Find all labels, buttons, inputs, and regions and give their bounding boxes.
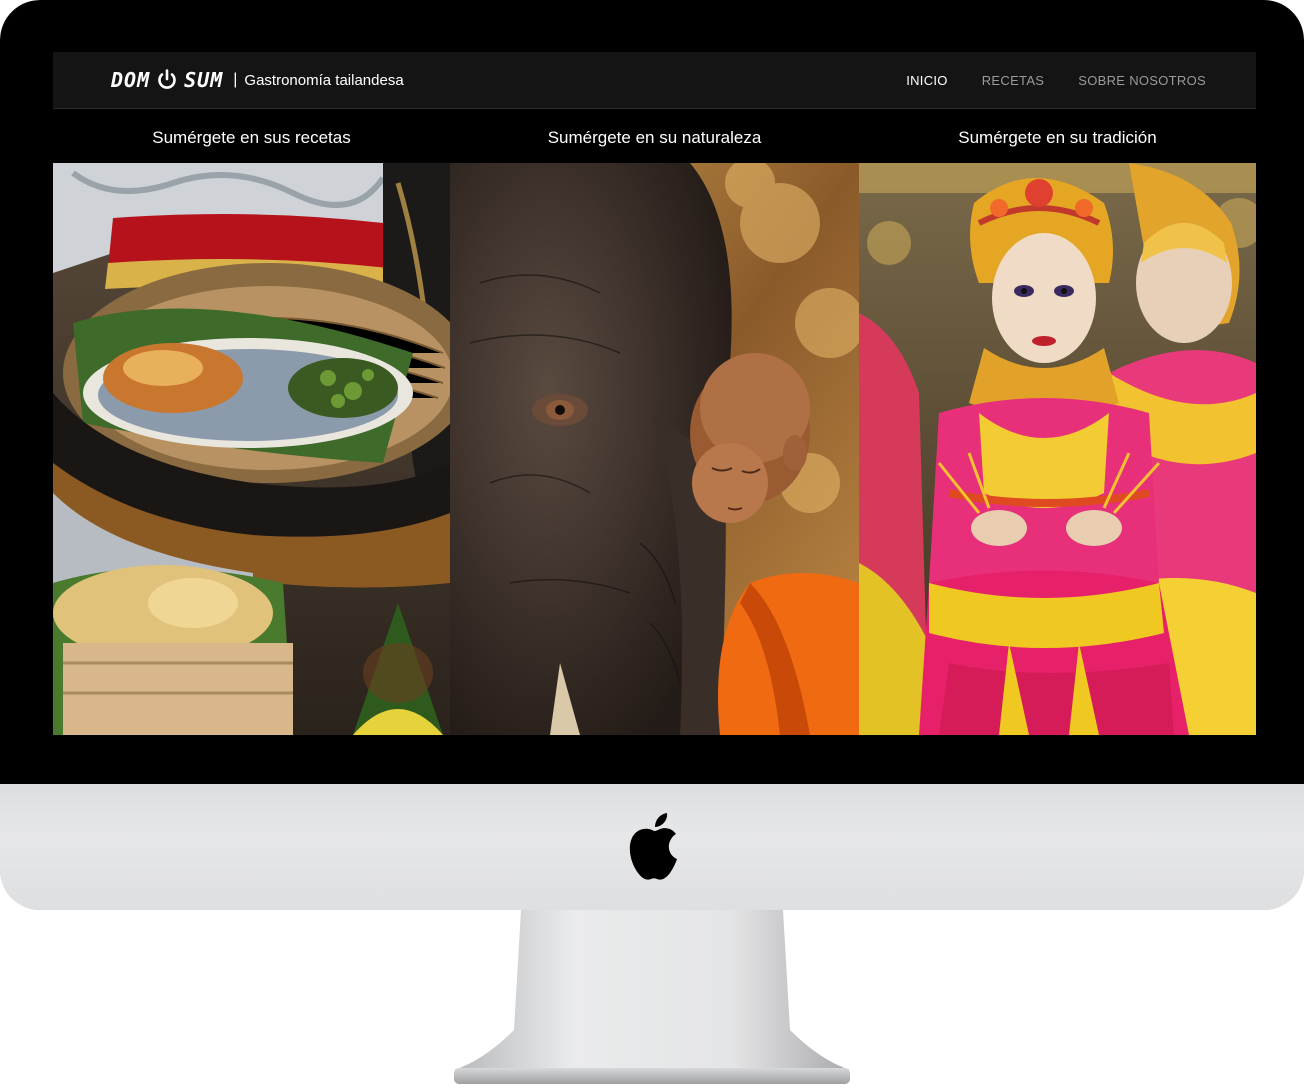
nav-link-inicio[interactable]: INICIO: [906, 73, 948, 88]
column-title-tradicion: Sumérgete en su tradición: [958, 128, 1157, 147]
monitor-frame: DOM SUM | Gastronomía tailandesa INICIO …: [0, 0, 1304, 910]
elephant-monk-photo[interactable]: [450, 163, 859, 735]
main-nav: INICIO RECETAS SOBRE NOSOTROS: [906, 52, 1206, 108]
brand-subtitle: Gastronomía tailandesa: [244, 71, 404, 89]
nav-link-sobre-nosotros[interactable]: SOBRE NOSOTROS: [1078, 73, 1206, 88]
column-title-recetas: Sumérgete en sus recetas: [152, 128, 351, 147]
dancers-photo[interactable]: [859, 163, 1256, 735]
power-icon: [158, 69, 176, 89]
monitor-stand: [454, 910, 850, 1084]
thai-food-photo[interactable]: [53, 163, 450, 735]
apple-logo: [629, 813, 677, 880]
brand-separator: |: [233, 71, 238, 88]
navbar: DOM SUM | Gastronomía tailandesa INICIO …: [53, 52, 1256, 109]
logo-text-dom: DOM: [111, 68, 151, 92]
brand[interactable]: DOM SUM | Gastronomía tailandesa: [111, 68, 404, 92]
nav-link-recetas[interactable]: RECETAS: [982, 73, 1045, 88]
website-screen: DOM SUM | Gastronomía tailandesa INICIO …: [53, 52, 1256, 735]
logo-text-sum: SUM: [184, 68, 224, 92]
column-title-naturaleza: Sumérgete en su naturaleza: [547, 128, 762, 147]
brand-logo[interactable]: DOM SUM: [111, 68, 223, 92]
